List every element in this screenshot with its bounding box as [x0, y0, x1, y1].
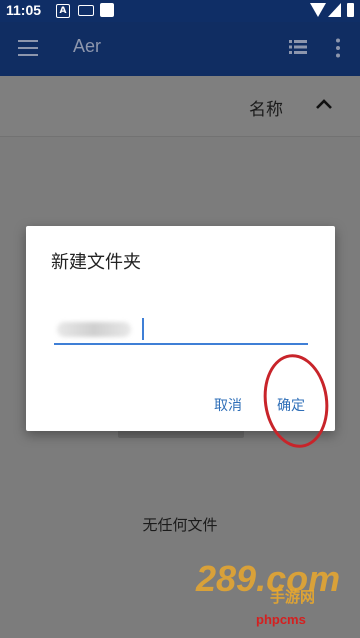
- keyboard-icon: [78, 5, 94, 16]
- cancel-button[interactable]: 取消: [214, 395, 242, 415]
- chevron-up-icon[interactable]: [315, 98, 333, 110]
- list-view-icon[interactable]: [289, 39, 307, 55]
- watermark-logo: 289.com: [196, 558, 341, 599]
- watermark-small: phpcms: [256, 612, 306, 627]
- menu-icon[interactable]: [18, 40, 38, 56]
- folder-name-input[interactable]: [54, 315, 308, 345]
- app-title: Aer: [73, 36, 102, 56]
- square-icon: [100, 3, 114, 17]
- status-time: 11:05: [6, 2, 42, 18]
- dialog-title: 新建文件夹: [51, 252, 141, 273]
- notification-a-icon: A: [56, 4, 70, 18]
- text-cursor: [142, 318, 144, 340]
- battery-icon: [347, 3, 354, 17]
- status-bar: 11:05 A: [0, 0, 360, 22]
- empty-state-text: 无任何文件: [142, 516, 218, 534]
- signal-icon: [328, 3, 341, 17]
- sort-bar[interactable]: 名称: [0, 76, 360, 137]
- wifi-icon: [310, 3, 326, 17]
- watermark-sub: 手游网: [270, 588, 316, 606]
- sort-label[interactable]: 名称: [249, 95, 283, 120]
- more-vert-icon[interactable]: [336, 38, 340, 58]
- app-bar: Aer: [0, 22, 360, 76]
